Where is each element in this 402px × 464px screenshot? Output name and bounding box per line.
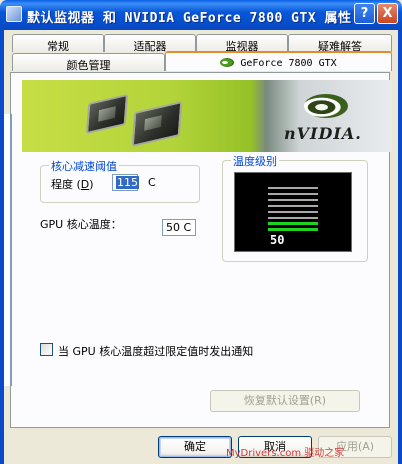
- slowdown-threshold-input[interactable]: 115: [112, 174, 139, 191]
- help-button[interactable]: ?: [354, 3, 375, 24]
- tab-label: 颜色管理: [66, 59, 111, 72]
- core-temp-label: GPU 核心温度：: [40, 218, 122, 231]
- threshold-unit: C: [148, 176, 156, 189]
- meter-bar: [268, 187, 318, 189]
- display-properties-icon: [6, 6, 22, 22]
- temperature-meter: 50: [234, 172, 352, 252]
- meter-bar-lit: [268, 222, 318, 225]
- gpu-chip-icon: [131, 100, 183, 148]
- ok-button[interactable]: 确定: [158, 436, 232, 458]
- nvidia-eye-logo-icon: [304, 94, 348, 118]
- tab-adapter[interactable]: 适配器: [104, 34, 196, 53]
- meter-value: 50: [270, 233, 285, 247]
- window-border-right: [398, 30, 402, 464]
- notify-checkbox-label[interactable]: 当 GPU 核心温度超过限定值时发出通知: [58, 343, 253, 359]
- group-title: 核心减速阈值: [49, 158, 119, 174]
- site-watermark: MyDrivers.com 驱动之家: [226, 448, 345, 459]
- nvidia-logo-icon: [220, 58, 235, 67]
- tab-geforce[interactable]: GeForce 7800 GTX: [165, 51, 392, 71]
- meter-bar: [268, 211, 318, 213]
- meter-bar: [268, 193, 318, 195]
- meter-bar: [268, 199, 318, 201]
- nvidia-wordmark: nVIDIA.: [284, 124, 362, 143]
- close-button[interactable]: X: [377, 3, 398, 24]
- title-bar[interactable]: 默认监视器 和 NVIDIA GeForce 7800 GTX 属性 ? X: [0, 0, 402, 30]
- tab-label: 常规: [47, 40, 69, 53]
- tab-color-management[interactable]: 颜色管理: [12, 53, 165, 72]
- degree-label: 程度 (D): [51, 178, 94, 191]
- tab-label: 适配器: [133, 40, 167, 53]
- meter-bar: [268, 205, 318, 207]
- gpu-chip-icon: [85, 93, 129, 135]
- nvidia-banner: nVIDIA.: [22, 80, 392, 152]
- window-title: 默认监视器 和 NVIDIA GeForce 7800 GTX 属性: [27, 11, 352, 26]
- tab-monitor[interactable]: 监视器: [196, 34, 288, 53]
- meter-bar-lit: [268, 228, 318, 231]
- group-title: 温度级别: [231, 153, 279, 169]
- meter-bar: [268, 217, 318, 219]
- tab-label: GeForce 7800 GTX: [240, 58, 337, 69]
- background-window-edge: [4, 114, 12, 386]
- core-temp-value: 50 C: [162, 219, 196, 236]
- restore-defaults-button[interactable]: 恢复默认设置(R): [210, 390, 360, 412]
- tab-troubleshoot[interactable]: 疑难解答: [288, 34, 392, 53]
- tab-general[interactable]: 常规: [12, 34, 104, 53]
- notify-checkbox[interactable]: [40, 343, 53, 356]
